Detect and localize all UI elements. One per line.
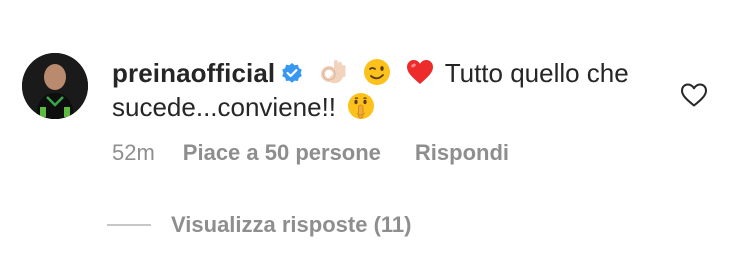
avatar[interactable]: [22, 53, 88, 119]
comment: preinaofficial Tutto quello che sucede..…: [0, 0, 750, 280]
shushing-face-emoji: [346, 91, 376, 121]
ok-hand-emoji: [318, 57, 348, 87]
red-heart-emoji: [405, 57, 435, 87]
view-replies-label: Visualizza risposte (11): [171, 212, 412, 237]
reply-button[interactable]: Rispondi: [415, 140, 509, 166]
comment-meta: 52m Piace a 50 persone Rispondi: [112, 140, 509, 166]
likes-count-link[interactable]: Piace a 50 persone: [183, 140, 381, 166]
verified-badge-icon: [280, 59, 304, 83]
replies-divider: [107, 224, 151, 226]
like-heart-icon[interactable]: [680, 82, 708, 108]
comment-time: 52m: [112, 140, 155, 165]
view-replies-button[interactable]: Visualizza risposte (11): [107, 211, 411, 239]
comment-username[interactable]: preinaofficial: [112, 58, 275, 88]
comment-body: preinaofficial Tutto quello che sucede..…: [112, 56, 632, 124]
winking-face-emoji: [362, 57, 392, 87]
